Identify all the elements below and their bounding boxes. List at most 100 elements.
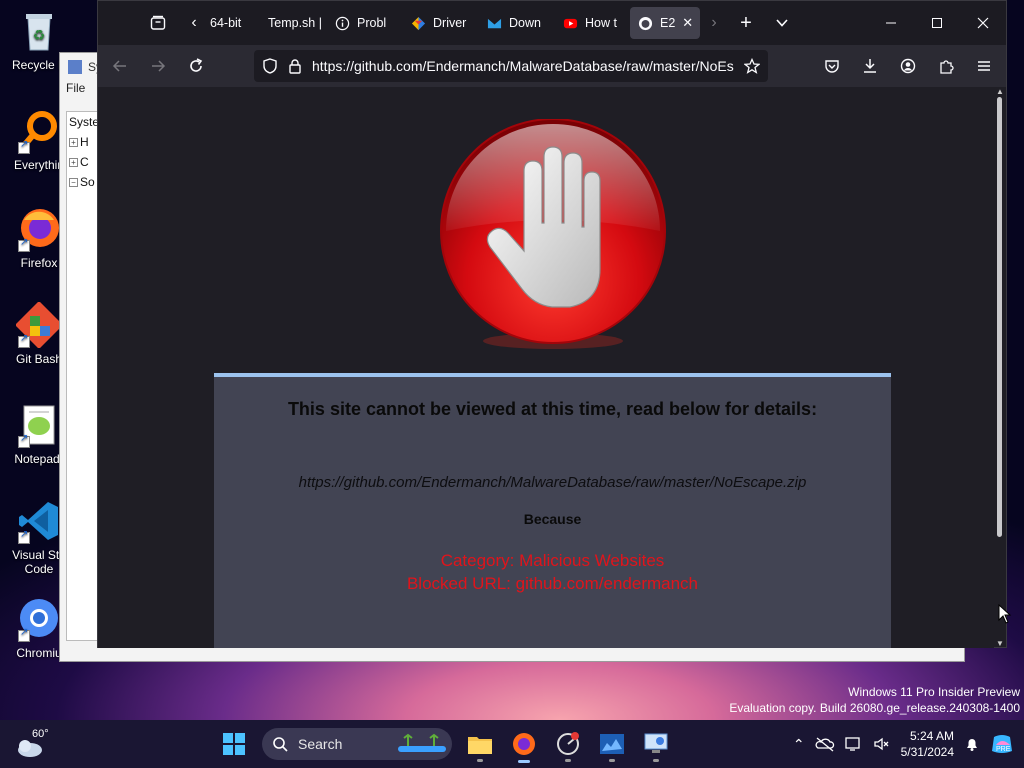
list-all-tabs-button[interactable] <box>764 7 800 39</box>
url-text[interactable]: https://github.com/Endermanch/MalwareDat… <box>312 58 734 74</box>
shortcut-arrow-icon <box>18 529 30 544</box>
shortcut-arrow-icon <box>18 333 30 348</box>
bookmark-star-icon[interactable] <box>744 58 760 74</box>
downloads-button[interactable] <box>852 50 888 82</box>
tab-scroll-left-button[interactable]: ‹ <box>180 7 208 39</box>
collapse-icon[interactable]: − <box>69 177 78 187</box>
youtube-icon <box>562 15 578 31</box>
firefox-view-button[interactable] <box>140 7 176 39</box>
hamburger-menu-icon <box>978 61 990 71</box>
maximize-button[interactable] <box>914 1 960 45</box>
toolbar-right <box>814 50 1002 82</box>
shortcut-arrow-icon <box>18 237 30 252</box>
copilot-pre-icon[interactable]: PRE <box>990 733 1014 755</box>
account-icon <box>900 58 916 74</box>
everything-search-icon <box>16 108 62 154</box>
taskbar-firefox[interactable] <box>504 724 544 764</box>
taskbar-app-chart[interactable] <box>592 724 632 764</box>
clock[interactable]: 5:24 AM 5/31/2024 <box>901 728 954 760</box>
vertical-scrollbar[interactable]: ▲ ▼ <box>996 87 1004 648</box>
blocked-url-reason: Blocked URL: github.com/endermanch <box>406 574 699 593</box>
windows-logo-icon <box>223 733 245 755</box>
download-icon <box>864 59 876 73</box>
info-icon <box>334 15 350 31</box>
taskbar: 60° Search ⌃ 5:24 AM 5/31/2024 PRE <box>0 720 1024 768</box>
taskbar-file-explorer[interactable] <box>460 724 500 764</box>
firefox-view-icon <box>150 15 166 30</box>
taskbar-search[interactable]: Search <box>262 728 452 760</box>
block-notice-panel: This site cannot be viewed at this time,… <box>214 373 891 648</box>
tab[interactable]: 64-bit <box>208 7 260 39</box>
pocket-icon <box>825 60 839 73</box>
maximize-icon <box>932 18 942 28</box>
scroll-up-arrow-icon[interactable]: ▲ <box>996 87 1004 96</box>
reload-button[interactable] <box>178 50 214 82</box>
tab[interactable]: How t <box>554 7 630 39</box>
lock-icon[interactable] <box>288 58 302 74</box>
account-button[interactable] <box>890 50 926 82</box>
weather-widget[interactable]: 60° <box>14 726 54 762</box>
show-hidden-icons-chevron-icon[interactable]: ⌃ <box>793 736 805 753</box>
search-icon <box>273 737 288 752</box>
search-highlight-icon <box>398 733 446 752</box>
expand-icon[interactable]: + <box>69 137 78 147</box>
search-placeholder: Search <box>298 736 343 752</box>
tab[interactable]: Driver <box>402 7 478 39</box>
minimize-icon <box>886 22 896 24</box>
recycle-bin-icon: ♻ <box>16 8 62 54</box>
extensions-button[interactable] <box>928 50 964 82</box>
shortcut-arrow-icon <box>18 433 30 448</box>
tree-view[interactable]: Syste + H + C − So <box>66 111 100 641</box>
new-tab-button[interactable]: + <box>728 7 764 39</box>
taskbar-apps: Search <box>214 724 676 764</box>
blue-logo-icon <box>486 15 502 31</box>
app-menu-button[interactable] <box>966 50 1002 82</box>
tab[interactable]: Probl <box>326 7 402 39</box>
window-controls <box>868 1 1006 45</box>
git-bash-icon <box>14 300 64 350</box>
close-icon <box>977 17 989 29</box>
puzzle-icon <box>940 60 954 74</box>
shortcut-arrow-icon <box>18 139 30 154</box>
forward-arrow-icon <box>152 60 166 72</box>
tab-scroll-right-button[interactable]: › <box>700 7 728 39</box>
weather-temperature: 60° <box>32 728 49 740</box>
pocket-button[interactable] <box>814 50 850 82</box>
tracking-protection-shield-icon[interactable] <box>262 58 278 74</box>
start-button[interactable] <box>214 724 254 764</box>
close-tab-icon[interactable]: ✕ <box>682 15 693 31</box>
onedrive-offline-icon[interactable] <box>815 736 835 752</box>
forward-button[interactable] <box>140 50 176 82</box>
windows-watermark: Windows 11 Pro Insider Preview Evaluatio… <box>729 684 1020 716</box>
taskbar-app-monitor[interactable] <box>548 724 588 764</box>
tab-active[interactable]: E2 ✕ <box>630 7 700 39</box>
minimize-button[interactable] <box>868 1 914 45</box>
navigation-toolbar: https://github.com/Endermanch/MalwareDat… <box>98 45 1006 87</box>
firefox-icon <box>513 733 535 755</box>
tree-item[interactable]: + H <box>67 132 99 152</box>
because-label: Because <box>523 511 582 527</box>
firefox-window[interactable]: ‹ 64-bit Temp.sh | Probl Driver Down How… <box>97 0 1007 648</box>
computer-icon <box>644 733 668 753</box>
close-window-button[interactable] <box>960 1 1006 45</box>
tree-item[interactable]: + C <box>67 152 99 172</box>
scroll-down-arrow-icon[interactable]: ▼ <box>996 639 1004 648</box>
volume-muted-icon[interactable] <box>873 736 891 752</box>
tab[interactable]: Temp.sh | <box>260 7 326 39</box>
tab[interactable]: Down <box>478 7 554 39</box>
back-button[interactable] <box>102 50 138 82</box>
network-icon[interactable] <box>844 736 863 752</box>
notification-bell-icon[interactable] <box>964 736 980 752</box>
address-bar[interactable]: https://github.com/Endermanch/MalwareDat… <box>254 50 768 82</box>
tree-item[interactable]: Syste <box>67 112 99 132</box>
mouse-cursor-icon <box>998 604 1012 624</box>
expand-icon[interactable]: + <box>69 157 78 167</box>
reload-icon <box>190 58 203 72</box>
watermark-build: Evaluation copy. Build 26080.ge_release.… <box>729 701 1020 715</box>
taskbar-app-remote[interactable] <box>636 724 676 764</box>
stop-hand-icon <box>440 119 666 349</box>
tree-item[interactable]: − So <box>67 172 99 192</box>
blocked-url-text: https://github.com/Endermanch/MalwareDat… <box>298 474 807 491</box>
tab-bar: ‹ 64-bit Temp.sh | Probl Driver Down How… <box>98 1 1006 45</box>
scrollbar-thumb[interactable] <box>997 97 1002 537</box>
